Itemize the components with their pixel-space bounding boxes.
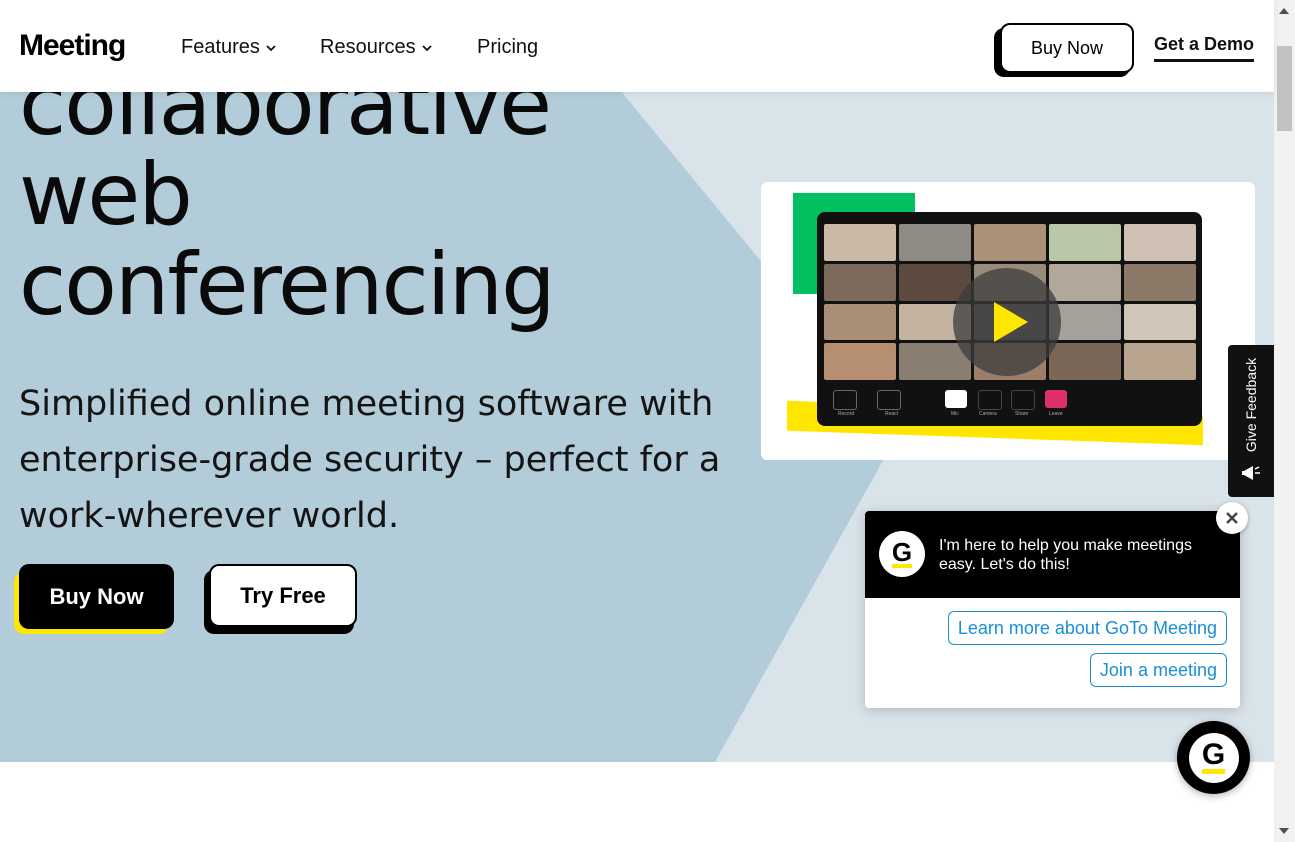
scrollbar-thumb[interactable] (1277, 46, 1292, 131)
participant-tile (1049, 224, 1121, 261)
nav-resources[interactable]: Resources (320, 36, 432, 59)
play-icon (994, 302, 1028, 342)
feedback-label: Give Feedback (1243, 357, 1259, 453)
nav-label: Features (181, 36, 260, 58)
scroll-down-arrow-icon[interactable] (1279, 828, 1289, 834)
video-thumbnail[interactable]: Record React Mic Camera Share Leave (817, 212, 1202, 426)
participant-tile (824, 263, 896, 301)
control-label: Share (1015, 411, 1029, 417)
header-buy-now-wrapper: Buy Now (994, 23, 1136, 79)
chat-option-learn-more[interactable]: Learn more about GoTo Meeting (947, 611, 1227, 645)
page-scrollbar[interactable] (1274, 0, 1295, 842)
hero-try-free-button[interactable]: Try Free (209, 564, 357, 627)
nav-features[interactable]: Features (181, 36, 276, 59)
site-header: Meeting Features Resources Pricing Buy N… (0, 0, 1274, 92)
participant-tile (824, 224, 896, 261)
video-controls: Record React Mic Camera Share Leave (833, 390, 1183, 418)
chat-launcher-avatar: G (1188, 732, 1239, 783)
get-demo-link[interactable]: Get a Demo (1154, 34, 1255, 62)
control-label: React (885, 411, 899, 417)
participant-tile (1124, 224, 1196, 261)
participant-tile (1049, 343, 1121, 380)
header-buy-now-button[interactable]: Buy Now (1000, 23, 1134, 73)
chat-message: I'm here to help you make meetings easy.… (939, 537, 1192, 573)
chat-close-button[interactable] (1216, 502, 1248, 534)
hero-title-line: web (19, 145, 193, 245)
hero-title: collaborative web conferencing (19, 60, 556, 335)
hero-buy-now-button[interactable]: Buy Now (19, 564, 174, 629)
participant-tile (1124, 343, 1196, 380)
nav-label: Pricing (477, 36, 539, 58)
control-label: Record (838, 411, 855, 417)
give-feedback-tab[interactable]: Give Feedback (1228, 345, 1274, 497)
participant-tile (899, 224, 971, 261)
chat-header: G I'm here to help you make meetings eas… (865, 511, 1240, 598)
hero-title-line: conferencing (19, 235, 556, 335)
nav-label: Resources (320, 36, 416, 58)
megaphone-icon (1242, 466, 1260, 480)
control-label: Mic (951, 411, 959, 417)
launcher-letter: G (1201, 740, 1226, 774)
chat-popup: G I'm here to help you make meetings eas… (865, 511, 1240, 708)
avatar-letter: G (891, 537, 913, 568)
participant-tile (824, 343, 896, 380)
leave-control-icon (1045, 390, 1067, 408)
video-card: Record React Mic Camera Share Leave (761, 182, 1255, 460)
play-button[interactable] (953, 268, 1061, 376)
participant-tile (974, 224, 1046, 261)
record-control-icon (833, 390, 857, 410)
mic-control-icon (945, 390, 967, 408)
control-label: Leave (1049, 411, 1063, 417)
hero-subtitle: Simplified online meeting software with … (19, 384, 721, 536)
chevron-down-icon (266, 44, 276, 51)
nav-pricing[interactable]: Pricing (477, 36, 538, 59)
hero-buy-now-wrapper: Buy Now (14, 564, 176, 636)
participant-tile (824, 303, 896, 341)
control-label: Camera (979, 411, 997, 417)
hero-try-free-wrapper: Try Free (204, 564, 360, 636)
chevron-down-icon (421, 44, 432, 51)
chat-launcher-button[interactable]: G (1177, 721, 1250, 794)
participant-tile (1124, 303, 1196, 341)
participant-tile (1049, 263, 1121, 301)
logo[interactable]: Meeting (19, 29, 126, 63)
share-control-icon (1011, 390, 1035, 410)
close-icon (1226, 512, 1238, 524)
react-control-icon (877, 390, 901, 410)
camera-control-icon (978, 390, 1002, 410)
chat-option-join-meeting[interactable]: Join a meeting (1089, 653, 1227, 687)
participant-tile (1124, 263, 1196, 301)
chat-bot-avatar: G (879, 531, 925, 577)
scroll-up-arrow-icon[interactable] (1279, 8, 1289, 14)
